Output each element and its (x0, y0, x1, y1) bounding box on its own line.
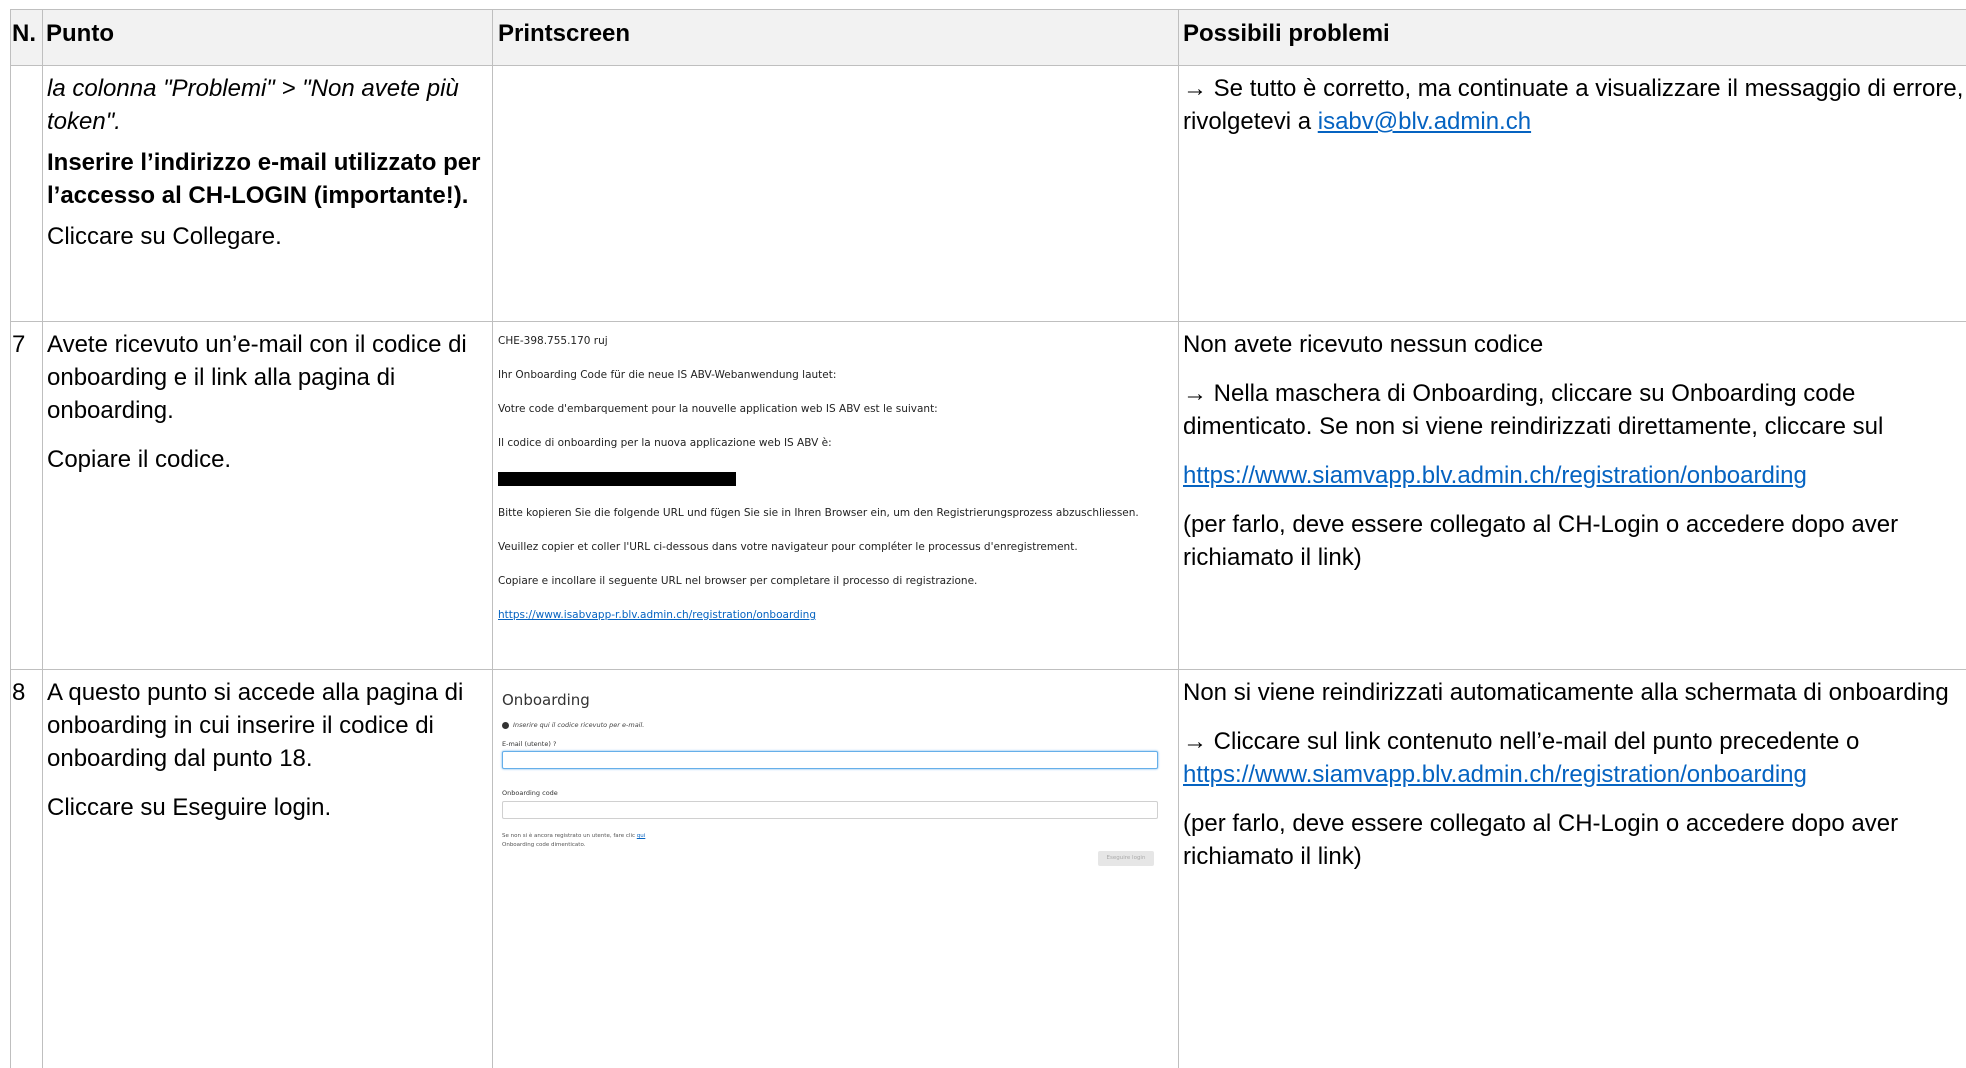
header-problemi: Possibili problemi (1183, 20, 1390, 47)
header-printscreen: Printscreen (498, 20, 631, 47)
problem-title: Non avete ricevuto nessun codice (1183, 331, 1544, 358)
email-sender: CHE-398.755.170 ruj (498, 335, 608, 347)
border (10, 9, 1966, 10)
row-cont-step: la colonna "Problemi" > "Non avete più t… (47, 72, 485, 269)
row7-step: Avete ricevuto un’e-mail con il codice d… (47, 328, 487, 492)
row-number: 8 (12, 679, 26, 706)
border (10, 669, 1966, 670)
email-line-de: Ihr Onboarding Code für die neue IS ABV-… (498, 369, 837, 381)
problem-text: → Se tutto è corretto, ma continuate a v… (1183, 75, 1964, 135)
forgot-code-link[interactable]: Onboarding code dimenticato. (502, 842, 585, 848)
code-label: Onboarding code (502, 789, 558, 797)
step-action-text: Cliccare su Collegare. (47, 223, 282, 250)
instruction-table: N. Punto Printscreen Possibili problemi … (10, 9, 1966, 1068)
email-line-fr: Votre code d'embarquement pour la nouvel… (498, 403, 938, 415)
border (10, 321, 1966, 322)
problem-note: (per farlo, deve essere collegato al CH-… (1183, 810, 1899, 870)
email-copy-de: Bitte kopieren Sie die folgende URL und … (498, 507, 1139, 519)
email-field[interactable] (502, 751, 1158, 769)
email-label: E-mail (utente) ? (502, 740, 557, 748)
border (10, 65, 1966, 66)
onboarding-screenshot: Onboarding Inserire qui il codice ricevu… (502, 679, 1164, 879)
register-note: Se non si è ancora registrato un utente,… (502, 833, 646, 839)
register-link[interactable]: qui (637, 833, 646, 839)
step-text: A questo punto si accede alla pagina di … (47, 679, 464, 772)
onboarding-link[interactable]: https://www.siamvapp.blv.admin.ch/regist… (1183, 462, 1807, 489)
header-num: N. (12, 20, 36, 47)
onboarding-link[interactable]: https://www.siamvapp.blv.admin.ch/regist… (1183, 761, 1807, 788)
step-action-text: Cliccare su Eseguire login. (47, 794, 332, 821)
problem-title: Non si viene reindirizzati automaticamen… (1183, 679, 1949, 706)
problem-text-line: → Cliccare sul link contenuto nell’e-mai… (1183, 728, 1860, 788)
problem-note: (per farlo, deve essere collegato al CH-… (1183, 511, 1899, 571)
email-onboarding-link[interactable]: https://www.isabvapp-r.blv.admin.ch/regi… (498, 609, 816, 621)
email-line-it: Il codice di onboarding per la nuova app… (498, 437, 832, 449)
onboarding-info: Inserire qui il codice ricevuto per e-ma… (502, 721, 644, 729)
login-button[interactable]: Eseguire login (1098, 851, 1154, 866)
step-bold-text: Inserire l’indirizzo e-mail utilizzato p… (47, 149, 481, 209)
help-icon: ? (552, 740, 557, 748)
border (1178, 9, 1179, 1068)
info-icon (502, 721, 509, 729)
border (42, 9, 43, 1068)
step-text: Avete ricevuto un’e-mail con il codice d… (47, 331, 467, 424)
row8-problem: Non si viene reindirizzati automaticamen… (1183, 676, 1963, 889)
problem-text: → Nella maschera di Onboarding, cliccare… (1183, 380, 1884, 440)
redacted-code-bar (498, 472, 736, 486)
email-screenshot: CHE-398.755.170 ruj Ihr Onboarding Code … (498, 329, 1168, 639)
row8-step: A questo punto si accede alla pagina di … (47, 676, 487, 840)
onboarding-title: Onboarding (502, 691, 590, 709)
step-action-text: Copiare il codice. (47, 446, 232, 473)
border (10, 9, 11, 1068)
table-header (10, 9, 1966, 65)
email-copy-fr: Veuillez copier et coller l'URL ci-desso… (498, 541, 1078, 553)
row-number: 7 (12, 331, 26, 358)
border (492, 9, 493, 1068)
support-email-link[interactable]: isabv@blv.admin.ch (1318, 108, 1531, 135)
onboarding-code-field[interactable] (502, 801, 1158, 819)
email-copy-it: Copiare e incollare il seguente URL nel … (498, 575, 978, 587)
row7-problem: Non avete ricevuto nessun codice → Nella… (1183, 328, 1963, 590)
step-italic-text: la colonna "Problemi" > "Non avete più t… (47, 75, 459, 135)
header-punto: Punto (46, 20, 114, 47)
row-cont-problem: → Se tutto è corretto, ma continuate a v… (1183, 72, 1966, 138)
